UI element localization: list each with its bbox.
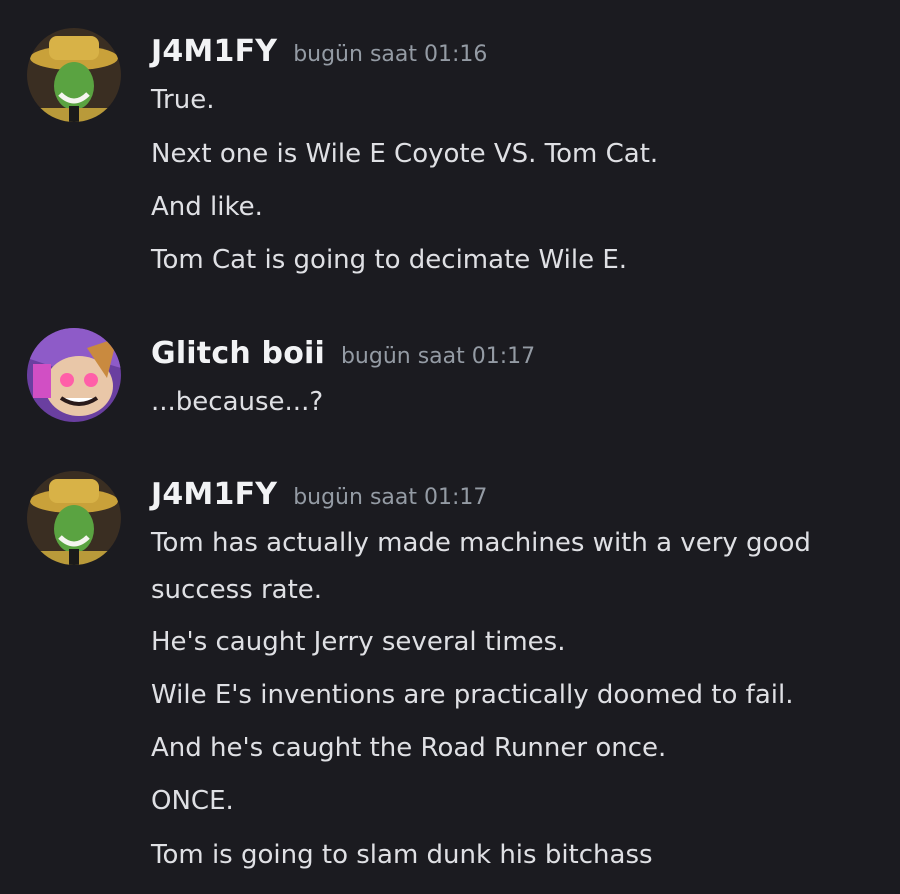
user-avatar[interactable] <box>27 328 121 422</box>
timestamp: bugün saat 01:17 <box>340 344 536 369</box>
message-line: And like. <box>151 192 263 222</box>
chat-log: J4M1FY bugün saat 01:16 True. Next one is… <box>0 0 900 894</box>
message-line: Tom is going to slam dunk his bitchass <box>151 840 653 870</box>
avatar-glitch-image <box>27 328 121 422</box>
user-avatar[interactable] <box>27 471 121 565</box>
message-line: Tom has actually made machines with a ve… <box>151 528 811 558</box>
avatar-mask-image <box>27 471 121 565</box>
message-line: Wile E's inventions are practically doom… <box>151 680 794 710</box>
username[interactable]: Glitch boii <box>151 336 325 371</box>
message-line: And he's caught the Road Runner once. <box>151 733 667 763</box>
message-line: Tom Cat is going to decimate Wile E. <box>151 245 628 275</box>
message-header: J4M1FY bugün saat 01:17 <box>151 477 487 512</box>
message-line: Next one is Wile E Coyote VS. Tom Cat. <box>151 139 659 169</box>
message-line: ONCE. <box>151 786 234 816</box>
timestamp: bugün saat 01:17 <box>293 485 488 510</box>
message-line: He's caught Jerry several times. <box>151 627 566 657</box>
message-line: success rate. <box>151 575 323 605</box>
username[interactable]: J4M1FY <box>151 34 277 69</box>
message-header: J4M1FY bugün saat 01:16 <box>151 34 487 69</box>
username[interactable]: J4M1FY <box>151 477 277 512</box>
message-line: ...because...? <box>151 387 324 417</box>
avatar-mask-image <box>27 28 121 122</box>
message-header: Glitch boii bugün saat 01:17 <box>151 336 535 371</box>
timestamp: bugün saat 01:16 <box>293 42 488 67</box>
message-line: True. <box>151 85 215 115</box>
user-avatar[interactable] <box>27 28 121 122</box>
